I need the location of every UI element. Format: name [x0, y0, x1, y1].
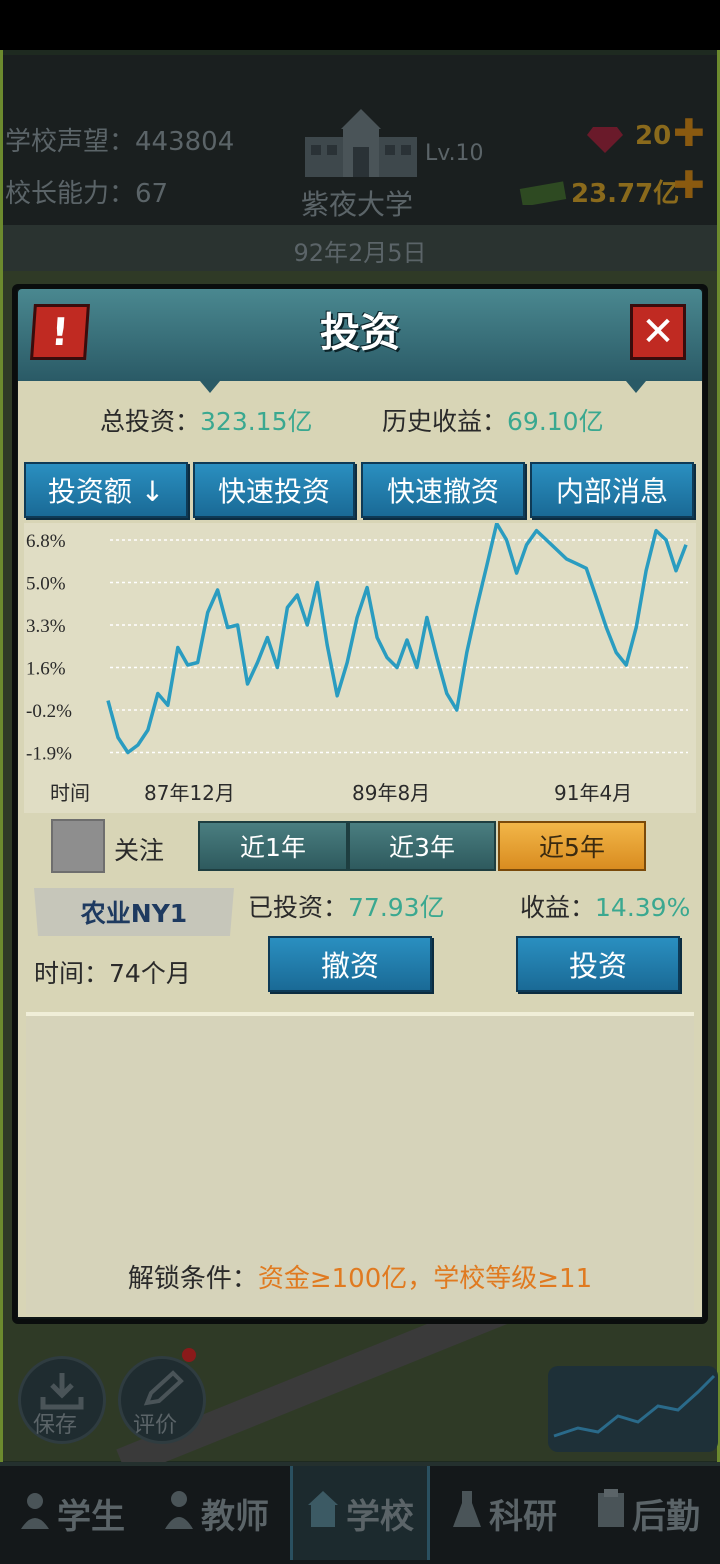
nav-research-label: 科研	[489, 1496, 557, 1537]
follow-checkbox[interactable]	[51, 819, 105, 873]
reputation-value: 443804	[135, 127, 235, 157]
x-tick-label: 87年12月	[144, 781, 235, 805]
fund-name: 农业NY1	[34, 888, 234, 936]
fund-return: 收益：14.39%	[520, 888, 690, 924]
x-tick-label: 91年4月	[554, 781, 632, 805]
rate-button[interactable]: 评价	[118, 1356, 206, 1444]
history-profit: 历史收益：69.10亿	[382, 402, 604, 438]
unlock-label: 解锁条件：	[127, 1264, 258, 1294]
x-axis-label: 时间	[50, 781, 90, 805]
cash-icon	[519, 177, 567, 207]
follow-label: 关注	[114, 836, 165, 865]
unlock-condition: 解锁条件：资金≥100亿，学校等级≥11	[26, 1258, 694, 1295]
series-line	[106, 521, 688, 755]
student-icon	[19, 1489, 51, 1538]
y-tick-label: 3.3%	[26, 616, 66, 637]
nav-school-label: 学校	[346, 1496, 414, 1537]
line-chart: 6.8% 5.0% 3.3% 1.6% -0.2% -1.9% 时间 87年12月 89年8月 9…	[26, 521, 688, 805]
y-tick-label: -1.9%	[26, 744, 72, 765]
x-tick-label: 89年8月	[352, 781, 430, 805]
notification-dot	[182, 1348, 196, 1362]
fund-duration: 时间：74个月	[34, 954, 191, 990]
rate-label: 评价	[133, 1413, 178, 1438]
save-button[interactable]: 保存	[18, 1356, 106, 1444]
flask-icon	[451, 1489, 483, 1538]
nav-logistics-label: 后勤	[632, 1496, 700, 1537]
header-notch	[626, 381, 646, 393]
invested-value: 77.93亿	[348, 893, 445, 922]
unlock-requirement: 资金≥100亿，学校等级≥11	[257, 1264, 593, 1294]
gem-count: 20	[635, 121, 672, 151]
nav-students[interactable]: 学生	[0, 1466, 144, 1560]
modal-title: 投资	[320, 310, 400, 356]
teacher-icon	[163, 1489, 195, 1538]
duration-value: 74个月	[109, 959, 191, 988]
game-date: 92年2月5日	[293, 239, 427, 267]
return-value: 14.39%	[595, 893, 691, 922]
gem-icon	[587, 123, 623, 153]
y-tick-label: 6.8%	[26, 531, 66, 552]
reputation-row: 学校声望：443804	[5, 121, 234, 158]
clipboard-icon	[596, 1488, 626, 1538]
invest-button[interactable]: 投资	[516, 936, 680, 992]
invested-label: 已投资：	[248, 893, 349, 922]
ability-label: 校长能力：	[5, 179, 136, 209]
period-5-years[interactable]: 近5年	[498, 821, 646, 871]
tab-sort-amount[interactable]: 投资额 ↓	[24, 462, 188, 518]
alert-icon[interactable]: !	[30, 304, 90, 360]
duration-label: 时间：	[34, 959, 110, 988]
nav-teachers[interactable]: 教师	[144, 1466, 288, 1560]
y-tick-label: 1.6%	[26, 659, 66, 680]
return-label: 收益：	[520, 893, 596, 922]
school-building-icon[interactable]	[303, 107, 419, 179]
money-amount: 23.77亿	[571, 179, 680, 209]
nav-research[interactable]: 科研	[432, 1466, 576, 1560]
pencil-icon	[141, 1369, 185, 1409]
reputation-label: 学校声望：	[5, 127, 136, 157]
nav-school[interactable]: 学校	[290, 1466, 430, 1560]
add-gems-icon[interactable]: ✚	[673, 111, 705, 155]
tab-insider-news[interactable]: 内部消息	[530, 462, 694, 518]
date-bar: 92年2月5日	[3, 225, 717, 271]
chart-panel: 6.8% 5.0% 3.3% 1.6% -0.2% -1.9% 时间 87年12月 89年8月 9…	[24, 521, 696, 813]
history-profit-value: 69.10亿	[507, 407, 604, 436]
total-invest-value: 323.15亿	[200, 407, 313, 436]
mini-chart-widget[interactable]	[548, 1366, 718, 1452]
invested-amount: 已投资：77.93亿	[248, 888, 445, 924]
close-icon[interactable]: ✕	[630, 304, 686, 360]
nav-teachers-label: 教师	[201, 1496, 269, 1537]
ability-row: 校长能力：67	[5, 173, 168, 210]
withdraw-button[interactable]: 撤资	[268, 936, 432, 992]
save-label: 保存	[33, 1413, 78, 1438]
status-bar	[0, 0, 720, 50]
download-icon	[39, 1371, 85, 1411]
add-money-icon[interactable]: ✚	[673, 163, 705, 207]
hud-header: 学校声望：443804 校长能力：67 Lv.10 紫夜大学 20 ✚ 23.7…	[3, 55, 717, 225]
history-profit-label: 历史收益：	[382, 407, 508, 436]
total-invest: 总投资：323.15亿	[100, 402, 313, 438]
tab-quick-withdraw[interactable]: 快速撤资	[361, 462, 525, 518]
y-tick-label: -0.2%	[26, 701, 72, 722]
ability-value: 67	[135, 179, 169, 209]
header-notch	[200, 381, 220, 393]
school-icon	[306, 1489, 340, 1538]
school-name: 紫夜大学	[301, 188, 414, 221]
period-1-year[interactable]: 近1年	[198, 821, 348, 871]
y-tick-label: 5.0%	[26, 574, 66, 595]
nav-logistics[interactable]: 后勤	[576, 1466, 720, 1560]
school-level: Lv.10	[425, 141, 484, 166]
tab-quick-invest[interactable]: 快速投资	[193, 462, 355, 518]
total-invest-label: 总投资：	[100, 407, 201, 436]
period-3-years[interactable]: 近3年	[348, 821, 496, 871]
bottom-nav: 学生 教师 学校 科研 后勤	[0, 1462, 720, 1564]
nav-students-label: 学生	[57, 1496, 125, 1537]
